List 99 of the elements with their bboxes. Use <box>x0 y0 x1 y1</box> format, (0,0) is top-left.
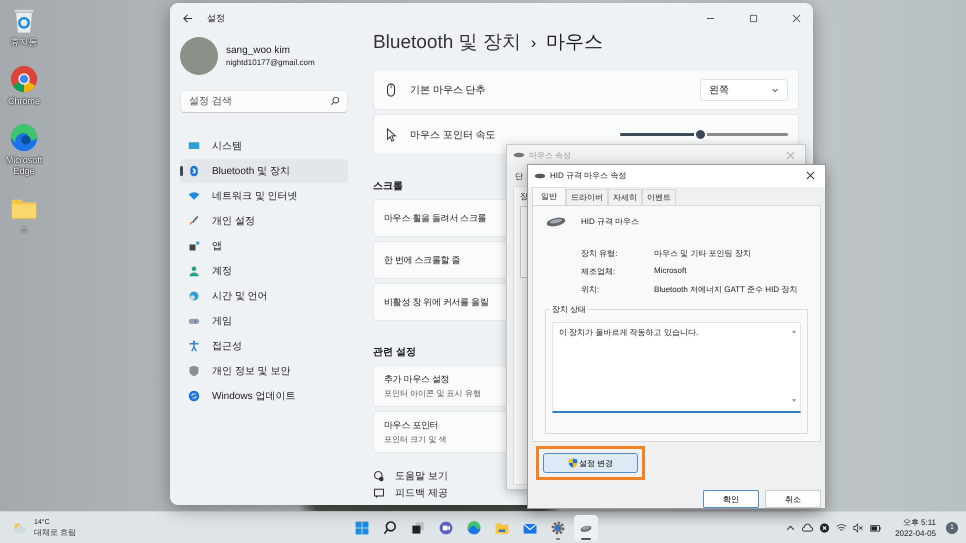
pointer-icon <box>384 128 398 142</box>
property-value: Bluetooth 저에너지 GATT 준수 HID 장치 <box>654 284 798 295</box>
property-value: Microsoft <box>654 266 688 277</box>
browser-icon[interactable] <box>9 123 39 153</box>
back-arrow-icon[interactable] <box>182 12 193 24</box>
dialog-title: HID 규격 마우스 속성 <box>550 170 626 182</box>
help-link[interactable]: 피드백 제공 <box>395 486 448 500</box>
dropdown[interactable]: 왼쪽 <box>700 78 788 100</box>
nav-item[interactable]: 계정 <box>180 259 348 283</box>
help-icon <box>373 470 385 482</box>
apps-icon <box>188 240 200 252</box>
browser-icon <box>466 520 482 536</box>
bluetooth-icon <box>188 165 200 177</box>
setting-label: 비활성 창 위에 커서를 올릴 <box>384 296 489 308</box>
mouse-icon <box>545 216 567 228</box>
group-label: 장 <box>520 191 528 202</box>
nav-item[interactable]: 앱 <box>180 234 348 258</box>
property-label: 장치 유형: <box>581 248 618 259</box>
property-label: 위치: <box>581 284 600 295</box>
globe-icon <box>188 290 200 302</box>
device-name: HID 규격 마우스 <box>581 216 640 227</box>
property-value: 마우스 및 기타 포인팅 장치 <box>654 248 752 259</box>
tab[interactable]: 드라이버 <box>566 188 608 205</box>
setting-label: 마우스 포인터 속도 <box>410 128 496 142</box>
setting-label: 추가 마우스 설정 <box>384 373 450 386</box>
muted-speaker-icon[interactable] <box>853 522 864 532</box>
setting-description: 포인터 아이콘 및 표시 유형 <box>384 388 482 399</box>
tab[interactable]: 이벤트 <box>642 188 676 205</box>
nav-item[interactable]: 시스템 <box>180 134 348 158</box>
clock-date[interactable]: 2022-04-05 <box>895 528 936 538</box>
cloud-sun-icon <box>12 520 28 534</box>
window-title: 설정 <box>207 12 225 24</box>
dialog-button[interactable]: 확인 <box>703 490 759 508</box>
search-icon <box>330 96 340 106</box>
slider-thumb[interactable] <box>696 130 705 139</box>
person-icon <box>188 265 200 277</box>
user-email: nightd10177@gmail.com <box>226 58 315 67</box>
help-link[interactable]: 도움말 보기 <box>395 469 448 483</box>
setting-label: 기본 마우스 단추 <box>410 84 486 96</box>
shield-icon <box>568 458 578 468</box>
update-icon <box>188 390 200 402</box>
nav-item[interactable]: 시간 및 언어 <box>180 284 348 308</box>
dialog-button[interactable]: 취소 <box>765 490 821 508</box>
nav-item[interactable]: Bluetooth 및 장치 <box>180 159 348 183</box>
weather-text: 대체로 흐림 <box>34 528 76 538</box>
shield-icon <box>188 365 200 377</box>
mouse-icon <box>534 172 546 180</box>
accessibility-icon <box>188 340 200 352</box>
mouse-icon <box>384 82 398 96</box>
close-icon[interactable] <box>806 171 815 180</box>
feedback-icon <box>373 487 385 499</box>
maximize-icon[interactable] <box>749 14 758 22</box>
search-field[interactable]: 설정 검색 <box>180 90 348 113</box>
setting-label: 한 번에 스크롤할 줄 <box>384 254 460 266</box>
tab[interactable]: 일반 <box>532 186 566 205</box>
tab[interactable]: 자세히 <box>608 188 642 205</box>
desktop-icon-label: Microsoft Edge <box>4 155 44 177</box>
nav-item[interactable]: 개인 설정 <box>180 209 348 233</box>
taskbar-button[interactable] <box>574 514 598 540</box>
chrome-icon[interactable] <box>9 64 39 94</box>
nav-item[interactable]: 네트워크 및 인터넷 <box>180 184 348 208</box>
close-circle-icon[interactable] <box>819 522 830 532</box>
close-icon[interactable] <box>792 14 801 22</box>
dialog-title: 마우스 속성 <box>529 150 572 160</box>
avatar <box>180 37 218 75</box>
status-field[interactable]: 이 장치가 올바르게 작동하고 있습니다. <box>552 322 801 413</box>
property-label: 제조업체: <box>581 266 616 277</box>
section-title: 관련 설정 <box>373 346 417 359</box>
battery-icon[interactable] <box>870 522 882 532</box>
nav-item[interactable]: 개인 정보 및 보안 <box>180 359 348 383</box>
gear-icon <box>550 520 566 536</box>
breadcrumb-parent[interactable]: Bluetooth 및 장치 <box>373 29 521 55</box>
start-icon <box>354 520 370 536</box>
desktop-icon-label: ㅎ <box>18 225 30 236</box>
section-title: 스크롤 <box>373 180 404 193</box>
brush-icon <box>188 215 200 227</box>
desktop-icon-label: Chrome <box>6 96 41 107</box>
wifi-icon <box>188 190 200 202</box>
nav-item[interactable]: Windows 업데이트 <box>180 384 348 408</box>
clock-time[interactable]: 오후 5:11 <box>902 516 936 528</box>
nav-item[interactable]: 접근성 <box>180 334 348 358</box>
task-view-icon <box>410 520 426 536</box>
wifi-icon[interactable] <box>836 522 848 532</box>
breadcrumb-separator: › <box>530 35 536 53</box>
setting-label: 마우스 포인터 <box>384 419 440 432</box>
group-label: 장치 상태 <box>550 304 588 315</box>
nav-item[interactable]: 게임 <box>180 309 348 333</box>
status-text: 이 장치가 올바르게 작동하고 있습니다. <box>559 326 700 339</box>
cloud-icon[interactable] <box>802 522 814 532</box>
mouse-icon <box>513 151 525 159</box>
monitor-icon <box>188 140 200 152</box>
page-title: 마우스 <box>546 31 604 55</box>
change-settings-button[interactable]: 설정 변경 <box>543 453 638 473</box>
search-icon <box>382 520 398 536</box>
user-name: sang_woo kim <box>226 45 291 56</box>
chat-icon <box>438 520 454 536</box>
setting-label: 마우스 휠을 돌려서 스크롤 <box>384 212 486 224</box>
setting-description: 포인터 크기 및 색 <box>384 434 448 445</box>
desktop-icon-label: 휴지통 <box>10 37 38 48</box>
